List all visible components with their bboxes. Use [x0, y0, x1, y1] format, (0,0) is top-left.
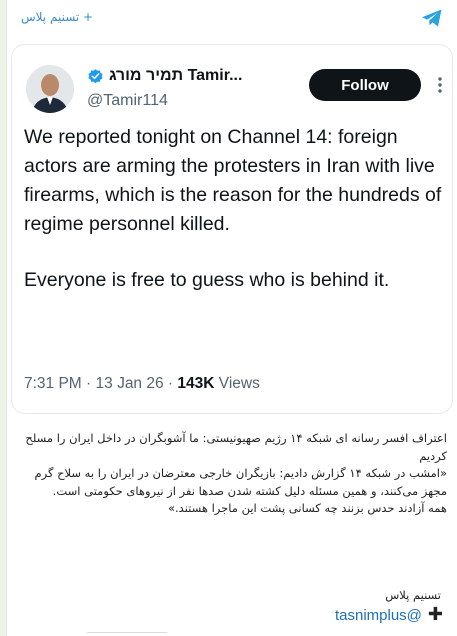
channel-link[interactable]: tasnimplus@	[335, 607, 422, 624]
more-dots-icon[interactable]	[432, 74, 448, 96]
message-header: + تسنیم پلاس	[7, 0, 457, 38]
views-label: Views	[218, 375, 260, 392]
caption-line: «امشب در شبکه ۱۴ گزارش دادیم: بازیگران خ…	[34, 466, 448, 498]
tweet-paragraph: Everyone is free to guess who is behind …	[24, 269, 390, 291]
channel-link-row: tasnimplus@ ✚	[335, 606, 443, 624]
channel-name[interactable]: + تسنیم پلاس	[21, 10, 93, 24]
caption-line: اعتراف افسر رسانه ای شبکه ۱۴ رژیم صهیونی…	[25, 431, 447, 463]
telegram-message: + تسنیم پلاس תמיר מורג Tamir... @Tamir11…	[6, 0, 457, 636]
follow-button[interactable]: Follow	[309, 69, 421, 101]
avatar[interactable]	[26, 65, 74, 113]
tweet-date[interactable]: 13 Jan 26	[96, 375, 164, 392]
message-caption: اعتراف افسر رسانه ای شبکه ۱۴ رژیم صهیونی…	[23, 430, 447, 518]
tweet-paragraph: We reported tonight on Channel 14: forei…	[24, 126, 442, 235]
tweet-meta: 7:31 PM · 13 Jan 26 · 143K Views	[24, 375, 260, 393]
user-handle[interactable]: @Tamir114	[87, 92, 168, 110]
verified-badge-icon	[87, 68, 104, 85]
meta-separator: ·	[167, 375, 178, 392]
meta-separator: ·	[86, 375, 96, 392]
display-name[interactable]: תמיר מורג Tamir...	[109, 67, 242, 85]
tweet-card[interactable]: תמיר מורג Tamir... @Tamir114 Follow We r…	[11, 44, 453, 414]
divider	[87, 632, 167, 633]
tweet-text: We reported tonight on Channel 14: forei…	[24, 123, 444, 295]
author-name-row: תמיר מורג Tamir...	[87, 67, 242, 85]
views-count: 143K	[177, 375, 215, 392]
caption-source: تسنیم پلاس	[385, 588, 441, 602]
telegram-icon[interactable]	[420, 6, 444, 30]
plus-icon: ✚	[427, 604, 443, 625]
tweet-time[interactable]: 7:31 PM	[24, 375, 82, 392]
caption-line: همه آزادند حدس بزنند چه کسانی پشت این ما…	[167, 501, 447, 515]
